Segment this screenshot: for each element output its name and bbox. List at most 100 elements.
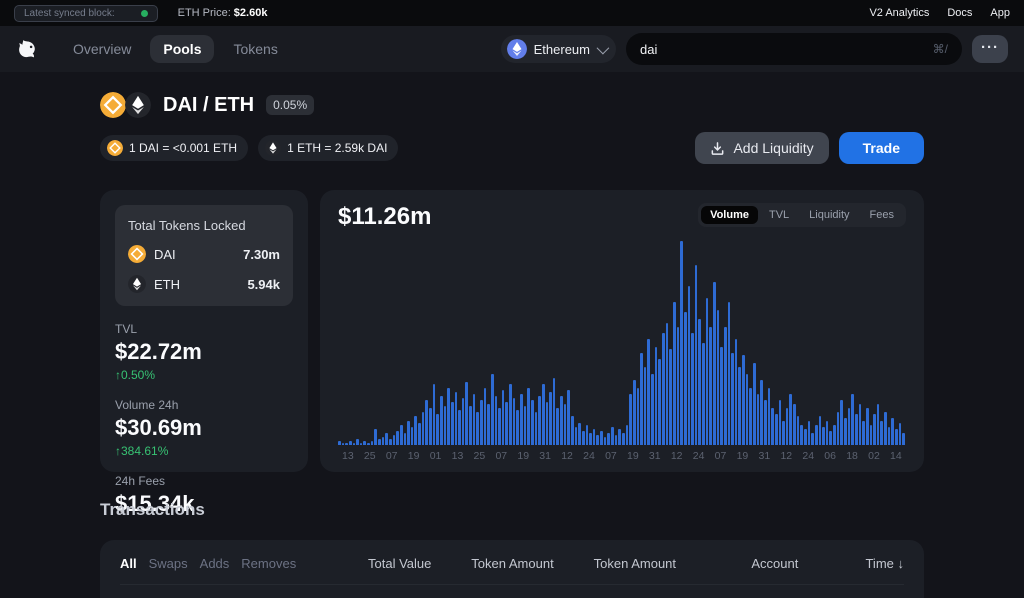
network-selector[interactable]: Ethereum [501,35,616,63]
volume-bar[interactable] [589,433,592,445]
volume-bar[interactable] [829,431,832,445]
volume-bar[interactable] [742,355,745,445]
volume-bar[interactable] [680,241,683,445]
volume-bar[interactable] [509,384,512,445]
volume-bar[interactable] [447,388,450,445]
volume-bar[interactable] [535,412,538,445]
volume-bar[interactable] [833,425,836,445]
volume-bar[interactable] [822,427,825,445]
volume-bar[interactable] [789,394,792,445]
volume-bar[interactable] [655,347,658,445]
volume-bar[interactable] [720,347,723,445]
volume-bar[interactable] [469,406,472,445]
volume-bar[interactable] [862,421,865,445]
dai-rate-pill[interactable]: 1 DAI = <0.001 ETH [100,135,248,161]
more-menu-button[interactable]: ··· [972,35,1008,63]
volume-bar[interactable] [498,408,501,445]
volume-bar[interactable] [567,390,570,445]
volume-bar[interactable] [465,382,468,445]
volume-bar[interactable] [524,406,527,445]
volume-bar[interactable] [633,380,636,445]
volume-bar[interactable] [851,394,854,445]
eth-rate-pill[interactable]: 1 ETH = 2.59k DAI [258,135,398,161]
volume-bar[interactable] [575,427,578,445]
volume-bar[interactable] [870,425,873,445]
volume-bar[interactable] [880,421,883,445]
volume-bar[interactable] [531,400,534,445]
volume-bar[interactable] [414,416,417,445]
volume-bar[interactable] [626,425,629,445]
volume-bar[interactable] [786,408,789,445]
volume-bar[interactable] [877,404,880,445]
volume-bar[interactable] [771,408,774,445]
volume-bar[interactable] [873,414,876,445]
volume-bar[interactable] [764,400,767,445]
column-time-sorted[interactable]: Time ↓ [798,556,904,571]
volume-bar[interactable] [677,327,680,445]
volume-bar[interactable] [702,343,705,445]
column-total-value[interactable]: Total Value [320,556,431,571]
volume-bar[interactable] [800,425,803,445]
volume-bar[interactable] [342,443,345,445]
volume-bar[interactable] [644,367,647,445]
volume-bar[interactable] [891,418,894,445]
volume-bar[interactable] [753,363,756,445]
volume-bar[interactable] [637,388,640,445]
volume-bar[interactable] [724,327,727,445]
volume-bar[interactable] [848,408,851,445]
volume-bar[interactable] [811,433,814,445]
volume-bar[interactable] [436,414,439,445]
volume-bar[interactable] [902,433,905,445]
volume-bar[interactable] [760,380,763,445]
volume-bar[interactable] [440,396,443,445]
volume-bar[interactable] [520,394,523,445]
volume-bar[interactable] [647,339,650,445]
volume-bar[interactable] [353,443,356,445]
volume-bar[interactable] [455,392,458,445]
volume-bar[interactable] [673,302,676,445]
chart-tab-tvl[interactable]: TVL [760,206,798,224]
volume-bar[interactable] [826,421,829,445]
volume-bar[interactable] [444,406,447,445]
volume-bar[interactable] [815,425,818,445]
volume-bar[interactable] [888,427,891,445]
volume-bar[interactable] [793,404,796,445]
volume-bar[interactable] [629,394,632,445]
volume-bar[interactable] [899,423,902,445]
volume-bar[interactable] [495,396,498,445]
volume-bar[interactable] [433,384,436,445]
volume-bar[interactable] [484,388,487,445]
volume-bar[interactable] [458,410,461,445]
volume-bar[interactable] [749,388,752,445]
volume-bar[interactable] [640,353,643,445]
volume-bar[interactable] [429,408,432,445]
volume-bar[interactable] [407,421,410,445]
nav-item-tokens[interactable]: Tokens [220,35,290,63]
volume-bar[interactable] [866,408,869,445]
volume-bar[interactable] [658,359,661,445]
volume-bar[interactable] [385,433,388,445]
volume-bar[interactable] [505,402,508,445]
volume-bar[interactable] [615,435,618,445]
nav-item-overview[interactable]: Overview [60,35,144,63]
volume-bar[interactable] [516,410,519,445]
volume-bar[interactable] [797,416,800,445]
filter-all[interactable]: All [120,556,137,571]
volume-bar[interactable] [549,392,552,445]
link-docs[interactable]: Docs [947,7,972,19]
volume-bar[interactable] [731,353,734,445]
volume-bar[interactable] [669,349,672,445]
filter-removes[interactable]: Removes [241,556,296,571]
volume-bar[interactable] [422,412,425,445]
volume-bar[interactable] [360,443,363,445]
volume-bar[interactable] [804,429,807,445]
volume-bar[interactable] [425,400,428,445]
volume-bar[interactable] [713,282,716,445]
volume-bar[interactable] [513,398,516,445]
volume-bar[interactable] [728,302,731,445]
volume-bar[interactable] [666,323,669,445]
volume-bar[interactable] [542,384,545,445]
volume-bar[interactable] [698,319,701,445]
volume-bar[interactable] [808,421,811,445]
volume-bar[interactable] [746,374,749,445]
